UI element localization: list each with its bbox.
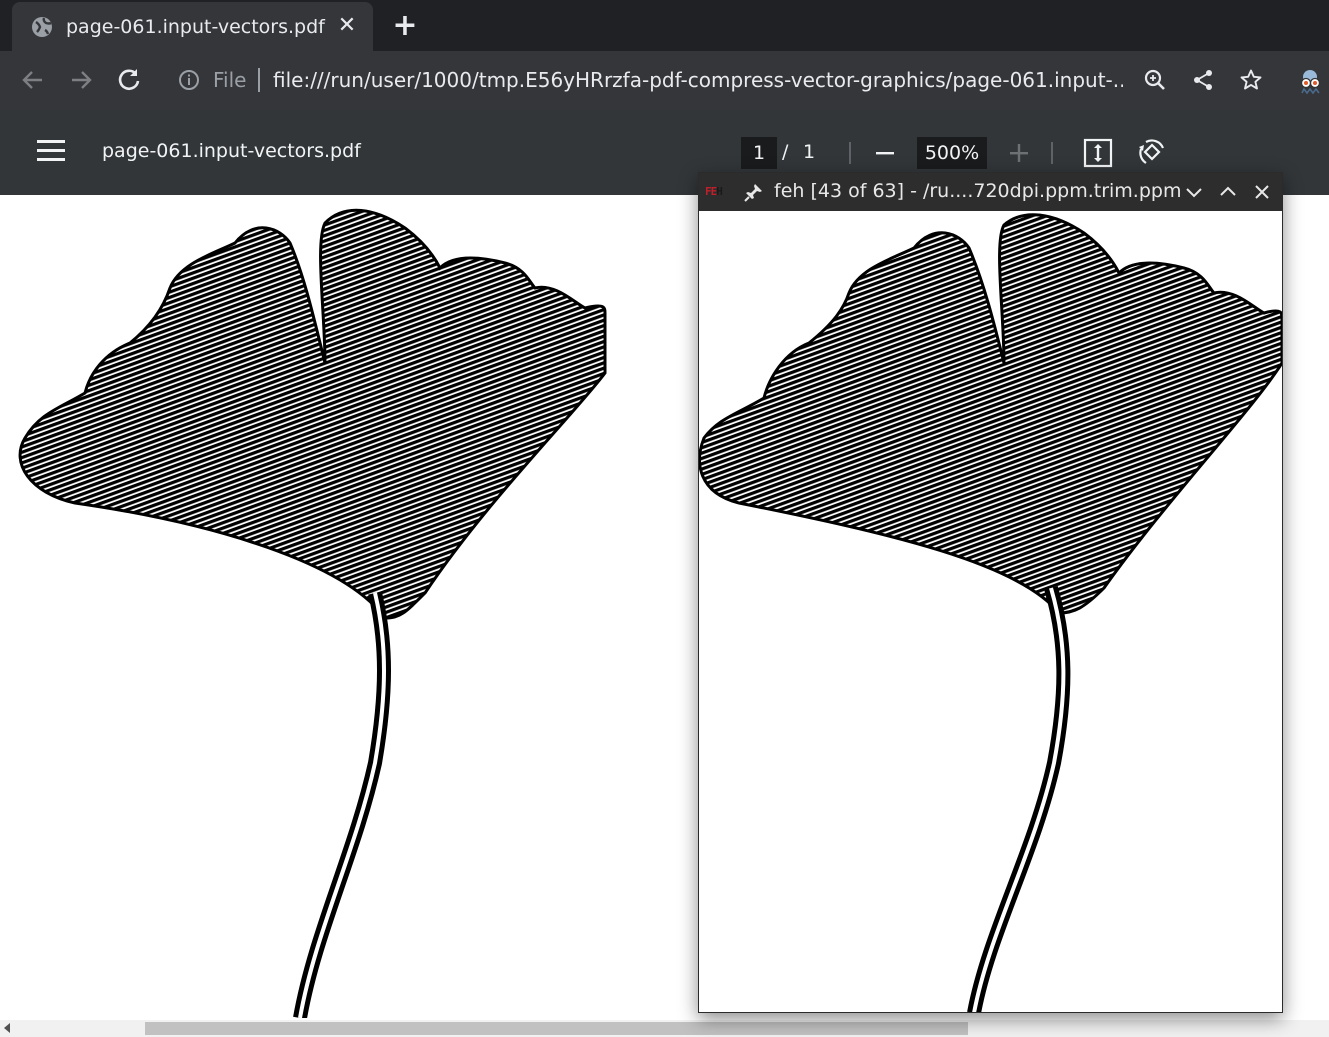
ginkgo-leaf-raster-image <box>699 213 1282 1012</box>
page-total: 1 <box>803 141 816 163</box>
tab-strip: page-061.input-vectors.pdf ✕ + <box>0 0 1329 51</box>
extension-icon[interactable] <box>1296 67 1324 95</box>
info-icon[interactable] <box>178 69 200 91</box>
url-text[interactable]: file:///run/user/1000/tmp.E56yHRrzfa-pdf… <box>273 68 1123 92</box>
minus-icon <box>876 152 894 155</box>
fit-to-page-button[interactable] <box>1083 138 1113 168</box>
menu-icon[interactable] <box>37 140 65 164</box>
rotate-button[interactable] <box>1137 137 1167 167</box>
close-icon[interactable] <box>1252 182 1272 202</box>
forward-button[interactable] <box>66 65 96 95</box>
tab-close-icon[interactable]: ✕ <box>335 14 359 38</box>
reload-icon <box>118 69 140 91</box>
document-title: page-061.input-vectors.pdf <box>102 140 361 162</box>
scrollbar-thumb[interactable] <box>145 1022 968 1035</box>
bookmark-star-icon[interactable] <box>1239 68 1263 92</box>
feh-image-area[interactable] <box>699 211 1282 1012</box>
globe-icon <box>31 16 53 38</box>
zoom-icon[interactable] <box>1143 68 1167 92</box>
tab-title: page-061.input-vectors.pdf <box>66 15 325 38</box>
feh-titlebar[interactable]: FEH feh [43 of 63] - /ru....720dpi.ppm.t… <box>699 173 1282 211</box>
horizontal-scrollbar[interactable] <box>0 1020 1329 1037</box>
reload-button[interactable] <box>114 65 144 95</box>
fit-page-icon <box>1083 138 1113 168</box>
zoom-level-input[interactable]: 500% <box>917 137 987 169</box>
zoom-out-button[interactable] <box>872 138 898 168</box>
browser-toolbar: File file:///run/user/1000/tmp.E56yHRrzf… <box>0 51 1329 110</box>
pin-icon[interactable] <box>744 182 764 202</box>
page-separator: / <box>782 141 789 163</box>
arrow-right-icon <box>72 71 92 89</box>
toolbar-divider <box>1051 142 1053 164</box>
minimize-icon[interactable] <box>1184 182 1204 202</box>
ginkgo-leaf-illustration <box>18 208 607 1018</box>
toolbar-divider <box>849 142 851 164</box>
page-number-input[interactable]: 1 <box>741 137 777 169</box>
rotate-icon <box>1139 139 1165 164</box>
new-tab-button[interactable]: + <box>390 11 420 42</box>
back-button[interactable] <box>18 65 48 95</box>
maximize-icon[interactable] <box>1218 182 1238 202</box>
zoom-in-button[interactable] <box>1006 138 1032 168</box>
browser-tab[interactable]: page-061.input-vectors.pdf ✕ <box>12 2 373 51</box>
feh-window-title: feh [43 of 63] - /ru....720dpi.ppm.trim.… <box>774 180 1182 202</box>
arrow-left-icon <box>22 71 42 89</box>
feh-logo: FEH <box>705 185 723 198</box>
security-label: File <box>213 68 247 92</box>
omnibox-divider <box>258 68 260 92</box>
plus-icon <box>1010 144 1028 162</box>
share-icon[interactable] <box>1191 68 1215 92</box>
scroll-left-icon[interactable] <box>4 1023 10 1033</box>
feh-window[interactable]: FEH feh [43 of 63] - /ru....720dpi.ppm.t… <box>698 172 1283 1013</box>
address-bar[interactable]: File file:///run/user/1000/tmp.E56yHRrzf… <box>170 57 1288 103</box>
